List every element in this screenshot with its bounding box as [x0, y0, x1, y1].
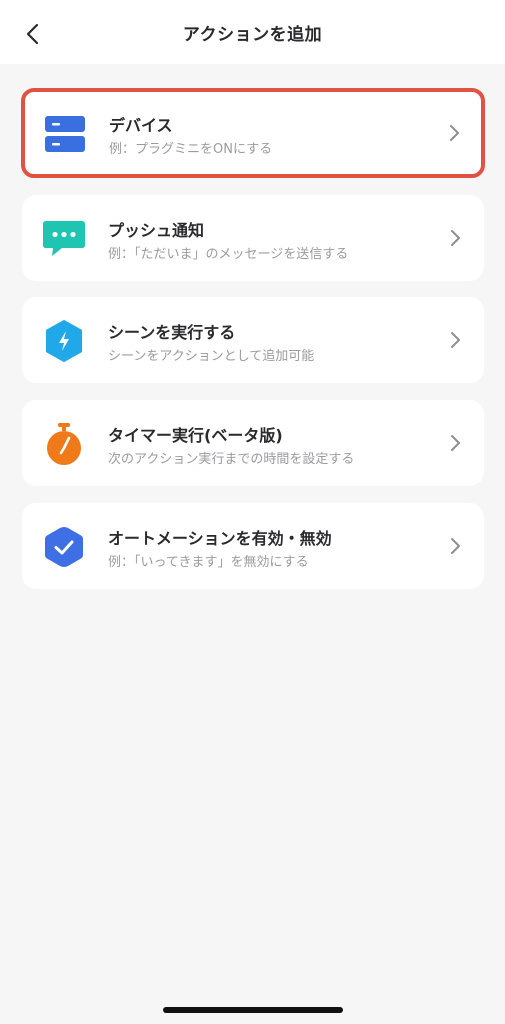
check-hexagon-icon [42, 525, 86, 569]
stopwatch-icon [42, 422, 86, 466]
action-device[interactable]: デバイス 例：プラグミニをONにする [21, 88, 485, 178]
chat-bubble-icon [42, 217, 86, 261]
action-label: オートメーションを有効・無効 [108, 529, 332, 548]
chevron-right-icon [450, 125, 459, 141]
chevron-right-icon [451, 538, 460, 554]
action-push-notification[interactable]: プッシュ通知 例：「ただいま」のメッセージを送信する [22, 195, 484, 281]
chevron-right-icon [451, 332, 460, 348]
lightning-hexagon-icon [42, 319, 86, 363]
action-timer[interactable]: タイマー実行(ベータ版) 次のアクション実行までの時間を設定する [22, 400, 484, 486]
action-run-scene[interactable]: シーンを実行する シーンをアクションとして追加可能 [22, 297, 484, 383]
action-label: タイマー実行(ベータ版) [108, 426, 283, 445]
action-subtitle: 例：「いってきます」を無効にする [108, 555, 309, 570]
navigation-bar: アクションを追加 [0, 0, 505, 64]
action-label: プッシュ通知 [108, 221, 205, 240]
action-label: シーンを実行する [108, 323, 236, 342]
action-label: デバイス [109, 116, 173, 135]
action-automation-toggle[interactable]: オートメーションを有効・無効 例：「いってきます」を無効にする [22, 503, 484, 589]
chevron-right-icon [451, 435, 460, 451]
home-indicator [163, 1007, 343, 1013]
action-subtitle: シーンをアクションとして追加可能 [108, 349, 315, 364]
action-subtitle: 例：プラグミニをONにする [109, 142, 273, 157]
device-list-icon [43, 112, 87, 156]
page-title: アクションを追加 [182, 25, 323, 45]
screen: アクションを追加 デバイス 例：プラグミニをONにする プッシュ通知 例：「ただ… [0, 0, 505, 1024]
chevron-right-icon [451, 230, 460, 246]
action-subtitle: 例：「ただいま」のメッセージを送信する [108, 247, 349, 262]
action-subtitle: 次のアクション実行までの時間を設定する [108, 452, 355, 467]
